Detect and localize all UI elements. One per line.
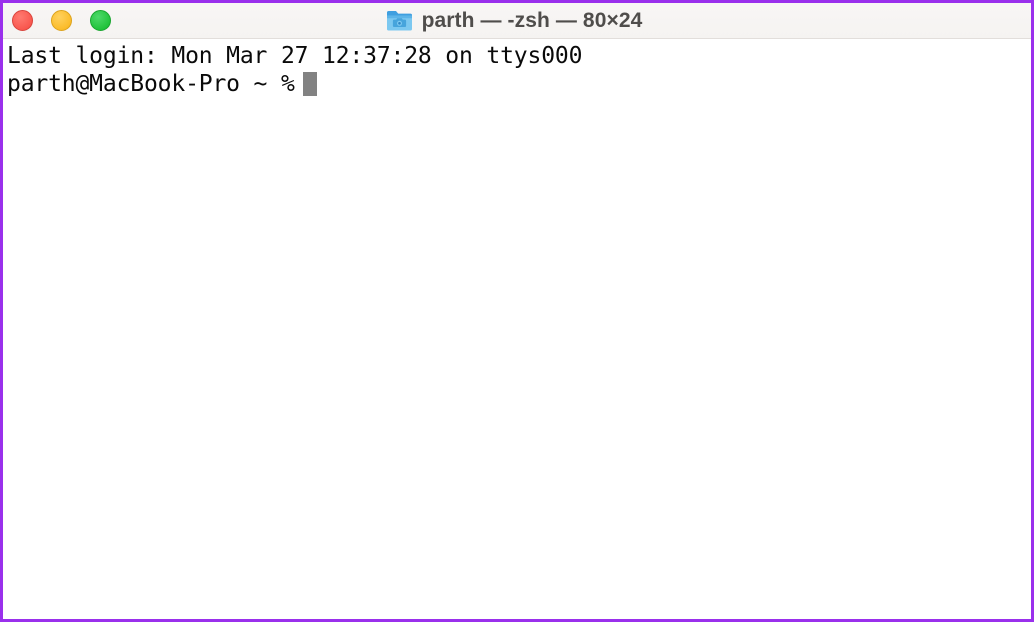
title-bar[interactable]: parth — -zsh — 80×24 [3, 3, 1031, 39]
terminal-window: parth — -zsh — 80×24 Last login: Mon Mar… [0, 0, 1034, 622]
window-title-group: parth — -zsh — 80×24 [386, 9, 643, 33]
terminal-output-area[interactable]: Last login: Mon Mar 27 12:37:28 on ttys0… [3, 39, 1031, 619]
text-cursor [302, 72, 317, 96]
maximize-button[interactable] [90, 10, 111, 31]
window-controls [12, 3, 111, 38]
close-button[interactable] [12, 10, 33, 31]
shell-prompt: parth@MacBook-Pro ~ % [7, 71, 295, 97]
terminal-prompt-line[interactable]: parth@MacBook-Pro ~ % [7, 70, 1031, 98]
folder-screenshots-icon [386, 9, 413, 32]
window-title: parth — -zsh — 80×24 [421, 8, 643, 32]
terminal-line-last-login: Last login: Mon Mar 27 12:37:28 on ttys0… [7, 43, 583, 69]
minimize-button[interactable] [51, 10, 72, 31]
